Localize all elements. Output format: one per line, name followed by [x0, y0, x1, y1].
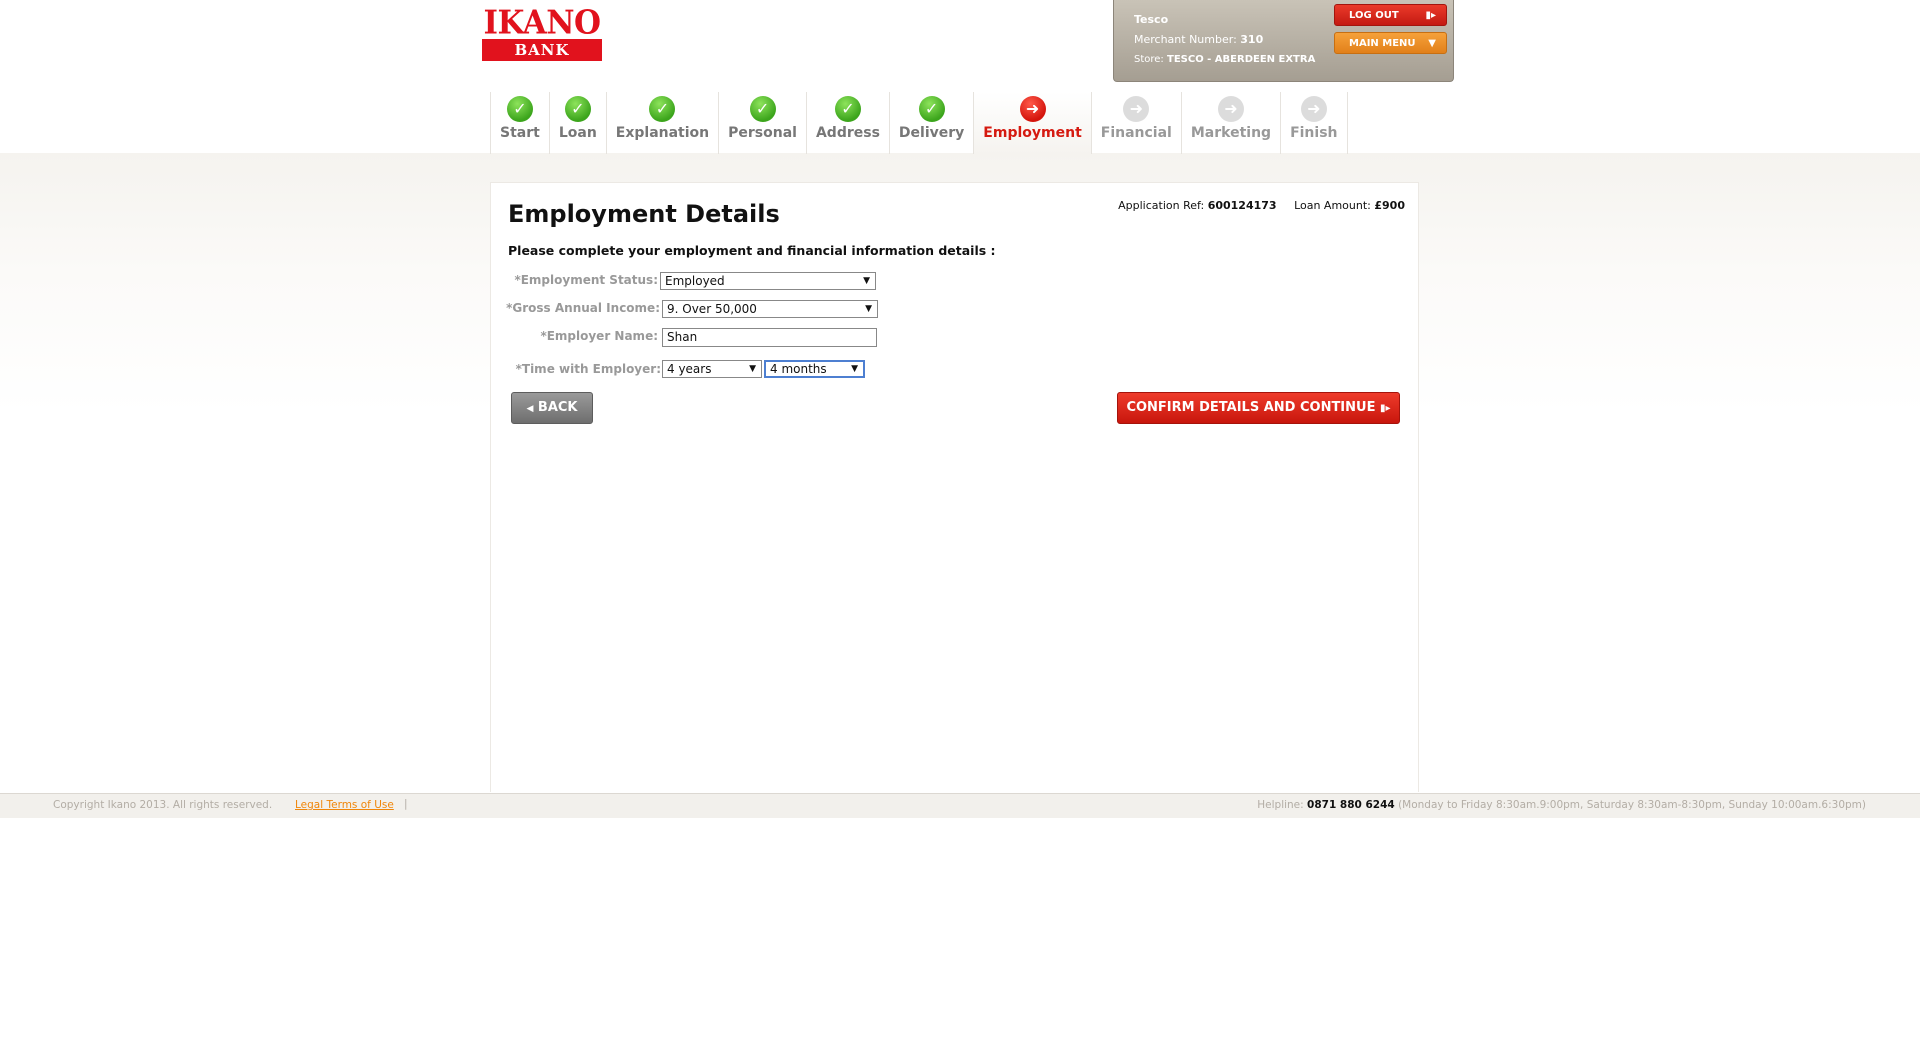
helpline-number: 0871 880 6244	[1307, 799, 1395, 811]
helpline: Helpline: 0871 880 6244 (Monday to Frida…	[1257, 799, 1866, 811]
employment-status-select[interactable]: Employed ▼	[660, 272, 876, 290]
step-address[interactable]: ✓ Address	[807, 92, 890, 154]
step-marketing[interactable]: ➜ Marketing	[1182, 92, 1282, 154]
gross-income-select[interactable]: 9. Over 50,000 ▼	[662, 300, 878, 318]
time-years-value: 4 years	[667, 362, 712, 376]
page-title: Employment Details	[508, 200, 780, 228]
application-summary: Application Ref: 600124173 Loan Amount: …	[1118, 199, 1405, 212]
check-icon: ✓	[649, 96, 676, 122]
helpline-hours: (Monday to Friday 8:30am.9:00pm, Saturda…	[1398, 799, 1866, 811]
check-icon: ✓	[834, 96, 861, 122]
employer-name-label: *Employer Name:	[540, 329, 658, 343]
arrow-right-icon: ➜	[1123, 96, 1150, 122]
footer-divider: |	[404, 798, 408, 810]
arrow-right-icon: ➜	[1019, 96, 1046, 122]
step-personal[interactable]: ✓ Personal	[719, 92, 807, 154]
step-label: Finish	[1290, 125, 1338, 141]
application-ref-label: Application Ref:	[1118, 199, 1205, 212]
check-icon: ✓	[506, 96, 533, 122]
arrow-right-icon: ▮▸	[1380, 403, 1391, 414]
back-button[interactable]: ◀ BACK	[511, 392, 593, 424]
merchant-panel: Tesco Merchant Number: 310 Store: TESCO …	[1113, 0, 1454, 82]
step-label: Personal	[728, 125, 797, 141]
loan-amount-value: £900	[1374, 199, 1405, 212]
dropdown-arrow-icon: ▼	[865, 304, 872, 314]
step-label: Start	[500, 125, 540, 141]
main-menu-button[interactable]: MAIN MENU ▼	[1334, 32, 1447, 54]
copyright-text: Copyright Ikano 2013. All rights reserve…	[53, 799, 273, 811]
employment-form-card: Employment Details Application Ref: 6001…	[490, 182, 1419, 792]
step-explanation[interactable]: ✓ Explanation	[607, 92, 720, 154]
employment-status-label: *Employment Status:	[514, 273, 658, 287]
step-financial[interactable]: ➜ Financial	[1092, 92, 1182, 154]
step-delivery[interactable]: ✓ Delivery	[890, 92, 975, 154]
employer-name-input[interactable]: Shan	[662, 328, 877, 347]
merchant-store-row: Store: TESCO - ABERDEEN EXTRA	[1134, 50, 1315, 70]
merchant-number-row: Merchant Number: 310	[1134, 30, 1315, 50]
merchant-name: Tesco	[1134, 13, 1169, 26]
confirm-continue-button[interactable]: CONFIRM DETAILS AND CONTINUE ▮▸	[1117, 392, 1400, 424]
check-icon: ✓	[749, 96, 776, 122]
step-label: Employment	[983, 125, 1082, 141]
confirm-label: CONFIRM DETAILS AND CONTINUE	[1126, 400, 1376, 415]
step-label: Marketing	[1190, 125, 1272, 141]
step-finish[interactable]: ➜ Finish	[1281, 92, 1348, 154]
merchant-store: TESCO - ABERDEEN EXTRA	[1167, 54, 1316, 65]
step-label: Explanation	[615, 125, 710, 141]
logout-label: LOG OUT	[1349, 10, 1399, 21]
loan-amount-label: Loan Amount:	[1294, 199, 1371, 212]
time-months-select[interactable]: 4 months ▼	[764, 360, 865, 378]
time-with-employer-label: *Time with Employer:	[515, 362, 661, 376]
step-start[interactable]: ✓ Start	[490, 92, 550, 154]
progress-steps: ✓ Start ✓ Loan ✓ Explanation ✓ Personal …	[490, 92, 1348, 154]
time-years-select[interactable]: 4 years ▼	[662, 360, 762, 378]
arrow-right-icon: ▮▸	[1425, 10, 1436, 21]
step-label: Financial	[1100, 125, 1172, 141]
merchant-store-label: Store:	[1134, 54, 1164, 65]
employment-status-value: Employed	[665, 274, 725, 288]
merchant-info: Tesco Merchant Number: 310 Store: TESCO …	[1134, 10, 1315, 70]
footer: Copyright Ikano 2013. All rights reserve…	[0, 793, 1920, 818]
arrow-right-icon: ➜	[1300, 96, 1327, 122]
logo-word-bank: BANK	[482, 39, 602, 61]
logo-word-ikano: IKANO	[483, 4, 601, 42]
legal-terms-link[interactable]: Legal Terms of Use	[295, 799, 394, 811]
step-label: Delivery	[898, 125, 965, 141]
ikano-bank-logo: IKANO BANK	[482, 4, 602, 61]
step-label: Address	[815, 125, 880, 141]
arrow-down-icon: ▼	[1428, 38, 1436, 49]
step-label: Loan	[558, 125, 597, 141]
check-icon: ✓	[564, 96, 591, 122]
gross-income-value: 9. Over 50,000	[667, 302, 757, 316]
gross-income-label: *Gross Annual Income:	[506, 301, 660, 315]
main-menu-label: MAIN MENU	[1349, 38, 1416, 49]
check-icon: ✓	[918, 96, 945, 122]
dropdown-arrow-icon: ▼	[863, 276, 870, 286]
merchant-number: 310	[1240, 33, 1264, 46]
back-label: BACK	[537, 400, 578, 415]
merchant-number-label: Merchant Number:	[1134, 33, 1237, 46]
helpline-label: Helpline:	[1257, 799, 1304, 811]
arrow-left-icon: ◀	[526, 404, 534, 414]
step-employment[interactable]: ➜ Employment	[974, 92, 1092, 154]
dropdown-arrow-icon: ▼	[749, 364, 756, 374]
form-intro: Please complete your employment and fina…	[508, 243, 996, 258]
logout-button[interactable]: LOG OUT ▮▸	[1334, 4, 1447, 26]
application-ref-value: 600124173	[1207, 199, 1277, 212]
arrow-right-icon: ➜	[1217, 96, 1244, 122]
time-months-value: 4 months	[770, 362, 827, 376]
step-loan[interactable]: ✓ Loan	[550, 92, 607, 154]
dropdown-arrow-icon: ▼	[851, 364, 858, 374]
